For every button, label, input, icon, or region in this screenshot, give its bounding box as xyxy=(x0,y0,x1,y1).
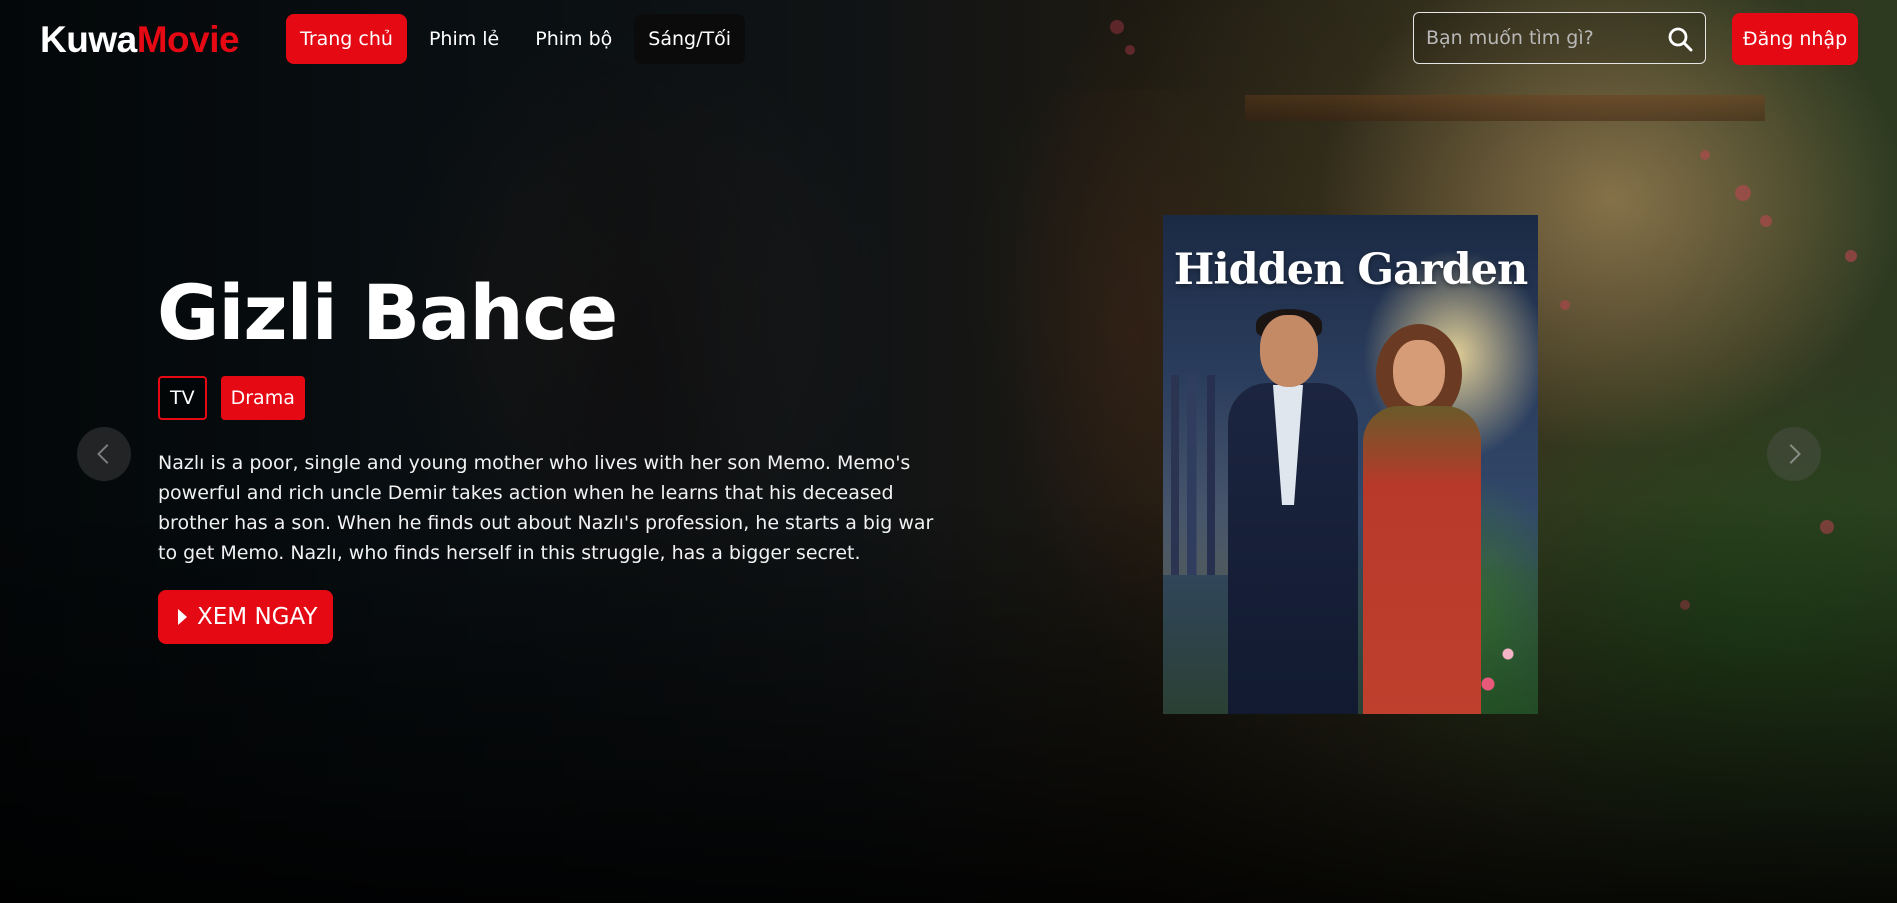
poster-woman-figure xyxy=(1348,324,1498,714)
carousel-prev-button[interactable] xyxy=(77,427,131,481)
carousel-next-button[interactable] xyxy=(1767,427,1821,481)
movie-description: Nazlı is a poor, single and young mother… xyxy=(158,452,934,564)
movie-tags: TV Drama xyxy=(158,376,305,420)
main-nav: Trang chủ Phim lẻ Phim bộ Sáng/Tối xyxy=(286,14,745,64)
movie-title: Gizli Bahce xyxy=(157,268,618,357)
play-icon xyxy=(178,609,187,625)
poster-woman-dress xyxy=(1363,406,1481,714)
logo-text-part1: Kuwa xyxy=(40,19,137,60)
chevron-right-icon xyxy=(1781,444,1801,464)
watch-now-label: XEM NGAY xyxy=(197,604,318,630)
site-logo[interactable]: KuwaMovie xyxy=(40,18,240,62)
poster-woman-head xyxy=(1393,340,1445,406)
site-header: KuwaMovie Trang chủ Phim lẻ Phim bộ Sáng… xyxy=(0,0,1897,80)
poster-title: Hidden Garden xyxy=(1173,245,1529,295)
poster-man-figure xyxy=(1218,309,1368,714)
watch-now-button[interactable]: XEM NGAY xyxy=(158,590,334,644)
nav-home[interactable]: Trang chủ xyxy=(286,14,407,64)
login-button[interactable]: Đăng nhập xyxy=(1732,13,1858,65)
logo-text-part2: Movie xyxy=(136,19,240,60)
tag-type[interactable]: TV xyxy=(158,376,207,420)
search-input[interactable] xyxy=(1426,13,1656,63)
nav-series[interactable]: Phim bộ xyxy=(521,14,626,64)
tag-genre[interactable]: Drama xyxy=(220,376,305,420)
search-icon[interactable] xyxy=(1667,26,1693,52)
search-box xyxy=(1413,12,1706,64)
poster-man-head xyxy=(1260,315,1318,387)
movie-poster[interactable]: Hidden Garden xyxy=(1163,215,1538,714)
nav-movies[interactable]: Phim lẻ xyxy=(415,14,513,64)
chevron-left-icon xyxy=(97,444,117,464)
theme-toggle[interactable]: Sáng/Tối xyxy=(634,14,745,64)
